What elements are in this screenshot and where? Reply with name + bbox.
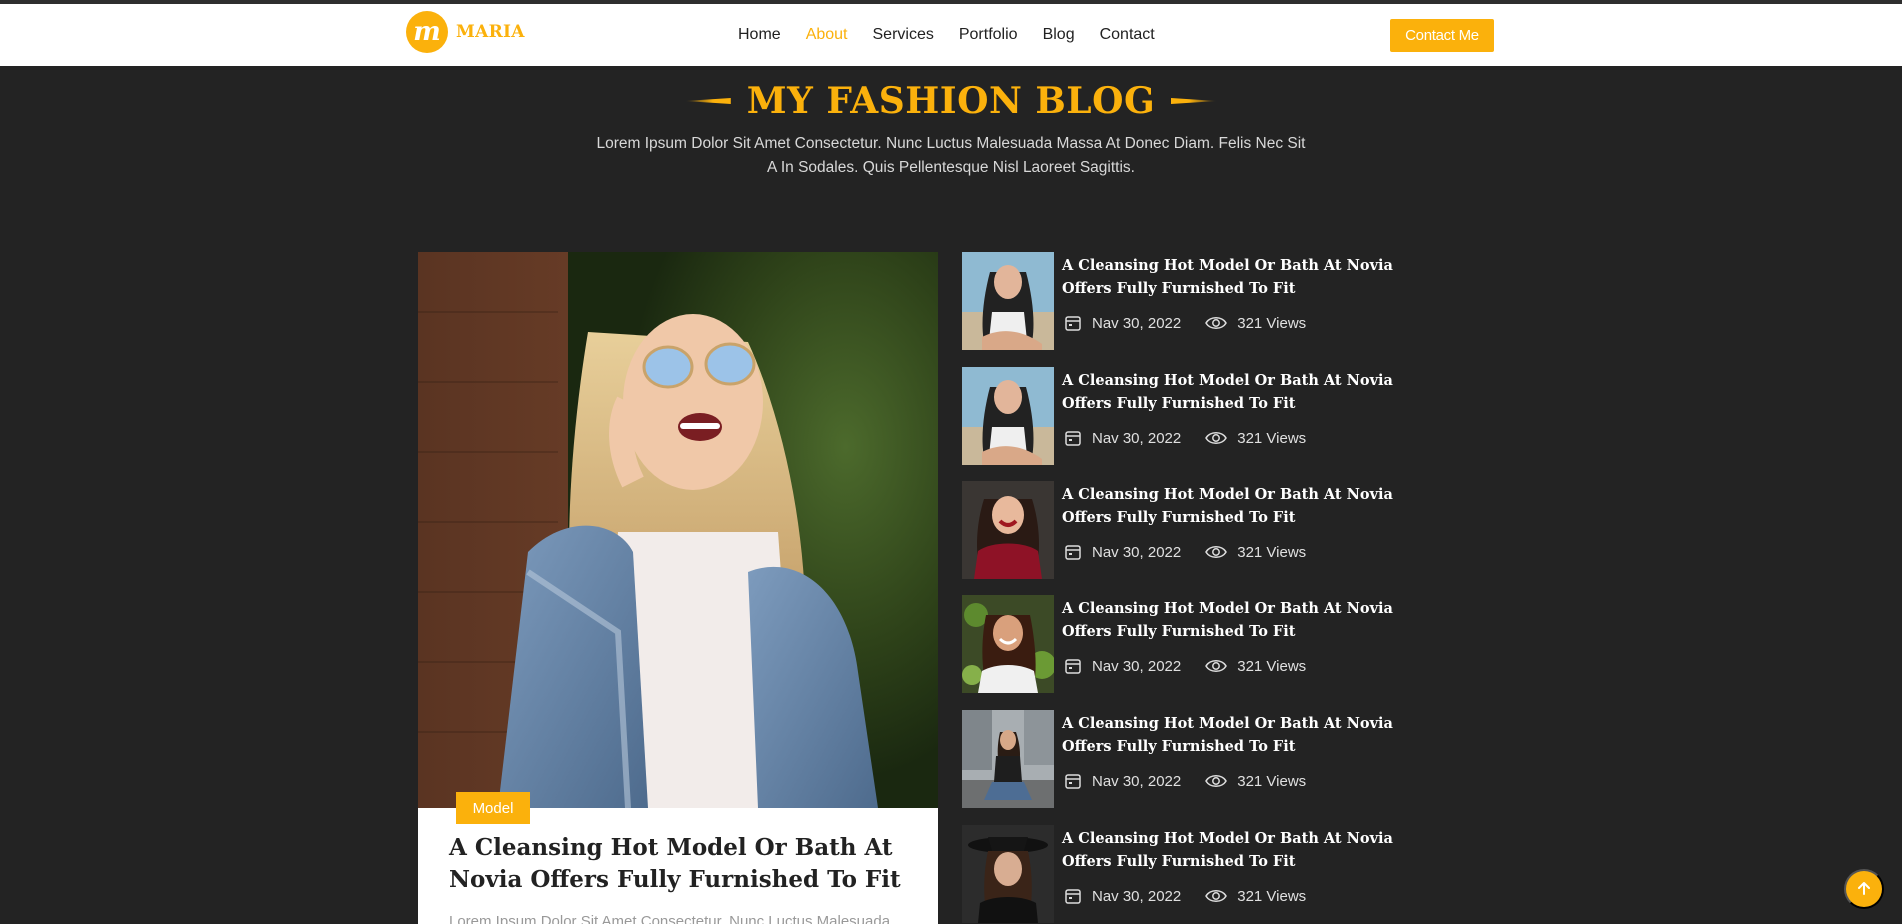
nav-services[interactable]: Services xyxy=(873,26,934,44)
nav-portfolio[interactable]: Portfolio xyxy=(959,26,1018,44)
arrow-up-icon xyxy=(1856,880,1872,899)
nav-home[interactable]: Home xyxy=(738,26,781,44)
post-title[interactable]: A Cleansing Hot Model Or Bath At Novia O… xyxy=(1062,827,1422,873)
post-meta: Nav 30, 2022 321 Views xyxy=(1064,657,1306,675)
post-views: 321 Views xyxy=(1237,429,1307,447)
calendar-icon xyxy=(1064,772,1082,790)
calendar-icon xyxy=(1064,543,1082,561)
post-date: Nav 30, 2022 xyxy=(1092,887,1182,905)
post-meta: Nav 30, 2022 321 Views xyxy=(1064,543,1306,561)
nav-contact[interactable]: Contact xyxy=(1100,26,1155,44)
main-nav: Home About Services Portfolio Blog Conta… xyxy=(738,26,1180,44)
post-thumbnail[interactable] xyxy=(962,252,1054,350)
section-subtitle: Lorem Ipsum Dolor Sit Amet Consectetur. … xyxy=(596,135,1306,176)
logo[interactable]: m MARIA xyxy=(406,11,525,53)
eye-icon xyxy=(1205,429,1228,447)
post-views: 321 Views xyxy=(1237,543,1307,561)
calendar-icon xyxy=(1064,429,1082,447)
post-views: 321 Views xyxy=(1237,772,1307,790)
post-thumbnail[interactable] xyxy=(962,367,1054,465)
featured-post-title[interactable]: A Cleansing Hot Model Or Bath At Novia O… xyxy=(449,832,919,896)
featured-post-excerpt: Lorem Ipsum Dolor Sit Amet Consectetur. … xyxy=(449,913,891,924)
post-item[interactable]: A Cleansing Hot Model Or Bath At Novia O… xyxy=(962,595,1422,693)
featured-post-image[interactable] xyxy=(418,252,938,808)
post-thumbnail[interactable] xyxy=(962,481,1054,579)
post-title[interactable]: A Cleansing Hot Model Or Bath At Novia O… xyxy=(1062,369,1422,415)
eye-icon xyxy=(1205,772,1228,790)
contact-me-button[interactable]: Contact Me xyxy=(1390,19,1494,52)
section-heading: MY FASHION BLOG xyxy=(0,80,1902,122)
post-meta: Nav 30, 2022 321 Views xyxy=(1064,887,1306,905)
post-meta: Nav 30, 2022 321 Views xyxy=(1064,429,1306,447)
eye-icon xyxy=(1205,657,1228,675)
post-views: 321 Views xyxy=(1237,657,1307,675)
post-meta: Nav 30, 2022 321 Views xyxy=(1064,314,1306,332)
post-title[interactable]: A Cleansing Hot Model Or Bath At Novia O… xyxy=(1062,254,1422,300)
post-meta: Nav 30, 2022 321 Views xyxy=(1064,772,1306,790)
post-item[interactable]: A Cleansing Hot Model Or Bath At Novia O… xyxy=(962,252,1422,350)
logo-text: MARIA xyxy=(456,22,525,42)
post-date: Nav 30, 2022 xyxy=(1092,429,1182,447)
nav-blog[interactable]: Blog xyxy=(1043,26,1075,44)
eye-icon xyxy=(1205,887,1228,905)
calendar-icon xyxy=(1064,887,1082,905)
eye-icon xyxy=(1205,314,1228,332)
post-thumbnail[interactable] xyxy=(962,710,1054,808)
title-decoration-left xyxy=(684,98,731,104)
navbar: m MARIA Home About Services Portfolio Bl… xyxy=(0,4,1902,66)
category-tag[interactable]: Model xyxy=(456,792,530,824)
post-item[interactable]: A Cleansing Hot Model Or Bath At Novia O… xyxy=(962,367,1422,465)
title-decoration-right xyxy=(1171,98,1217,104)
post-thumbnail[interactable] xyxy=(962,595,1054,693)
post-views: 321 Views xyxy=(1237,314,1307,332)
scroll-top-button[interactable] xyxy=(1844,869,1884,909)
eye-icon xyxy=(1205,543,1228,561)
page-title: MY FASHION BLOG xyxy=(746,80,1156,122)
nav-about[interactable]: About xyxy=(806,26,848,44)
logo-mark: m xyxy=(406,11,448,53)
page-title-wrap: MY FASHION BLOG xyxy=(669,80,1233,122)
post-title[interactable]: A Cleansing Hot Model Or Bath At Novia O… xyxy=(1062,712,1422,758)
post-title[interactable]: A Cleansing Hot Model Or Bath At Novia O… xyxy=(1062,597,1422,643)
calendar-icon xyxy=(1064,657,1082,675)
calendar-icon xyxy=(1064,314,1082,332)
post-date: Nav 30, 2022 xyxy=(1092,772,1182,790)
post-title[interactable]: A Cleansing Hot Model Or Bath At Novia O… xyxy=(1062,483,1422,529)
post-date: Nav 30, 2022 xyxy=(1092,657,1182,675)
post-item[interactable]: A Cleansing Hot Model Or Bath At Novia O… xyxy=(962,710,1422,808)
post-item[interactable]: A Cleansing Hot Model Or Bath At Novia O… xyxy=(962,825,1422,923)
post-views: 321 Views xyxy=(1237,887,1307,905)
post-item[interactable]: A Cleansing Hot Model Or Bath At Novia O… xyxy=(962,481,1422,579)
post-date: Nav 30, 2022 xyxy=(1092,314,1182,332)
post-thumbnail[interactable] xyxy=(962,825,1054,923)
post-date: Nav 30, 2022 xyxy=(1092,543,1182,561)
